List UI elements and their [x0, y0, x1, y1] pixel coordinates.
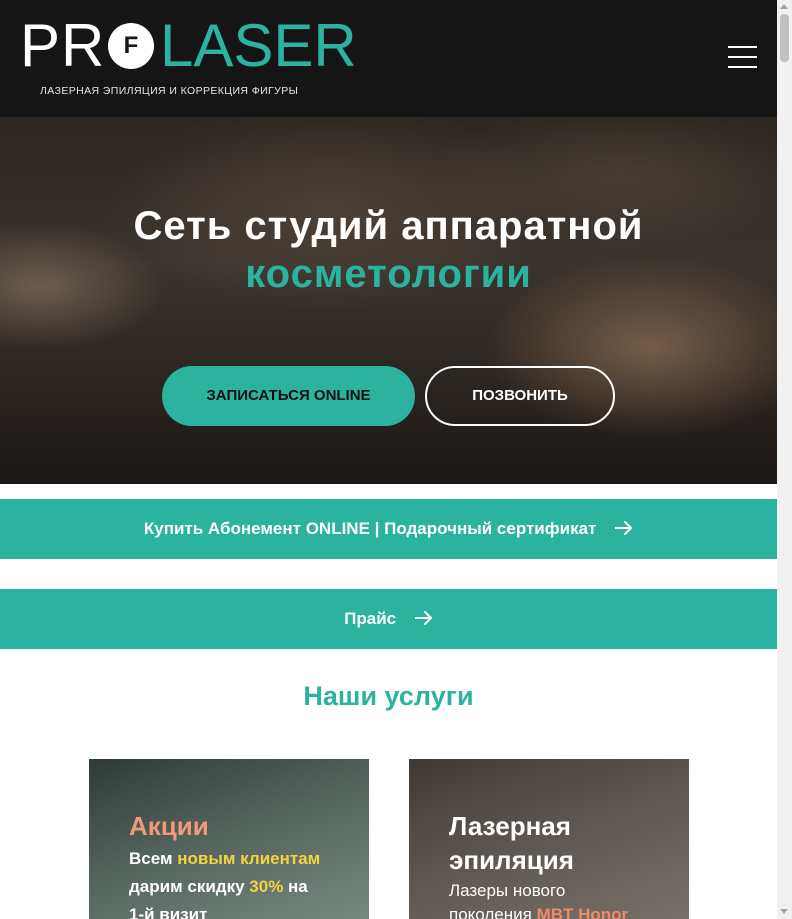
card-text-part: 1-й визит	[129, 905, 208, 919]
buy-subscription-bar[interactable]: Купить Абонемент ONLINE | Подарочный сер…	[0, 499, 777, 559]
hero-title: Сеть студий аппаратной	[133, 204, 644, 248]
arrow-right-icon	[414, 611, 432, 626]
book-online-button[interactable]: ЗАПИСАТЬСЯ ONLINE	[162, 366, 415, 426]
hero-banner: Сеть студий аппаратной косметологии ЗАПИ…	[0, 117, 777, 484]
card-text-part: дарим скидку	[129, 877, 250, 896]
scroll-up-arrow-icon[interactable]	[780, 4, 788, 9]
card-text: Всем новым клиентам дарим скидку 30% на …	[129, 845, 339, 919]
call-button[interactable]: ПОЗВОНИТЬ	[425, 366, 615, 426]
service-card-laser-epilation[interactable]: Лазерная эпиляция Лазеры нового поколени…	[409, 759, 689, 919]
card-text-percent: 30%	[249, 877, 284, 896]
card-title: Акции	[129, 811, 209, 841]
service-card-promotions[interactable]: Акции Всем новым клиентам дарим скидку 3…	[89, 759, 369, 919]
card-title: Лазерная эпиляция	[449, 811, 574, 875]
card-text-part: Лазеры нового	[449, 881, 566, 900]
scrollbar-thumb[interactable]	[780, 14, 789, 62]
price-bar[interactable]: Прайс	[0, 589, 777, 649]
services-title: Наши услуги	[303, 681, 474, 711]
logo-laser: LASER	[160, 12, 357, 79]
hamburger-menu-icon[interactable]	[728, 46, 758, 68]
logo[interactable]: PR F LASER ЛАЗЕРНАЯ ЭПИЛЯЦИЯ И КОРРЕКЦИЯ…	[20, 16, 357, 100]
price-label: Прайс	[344, 609, 397, 628]
arrow-right-icon	[615, 521, 633, 536]
card-text-part: на	[283, 877, 308, 896]
scrollbar[interactable]	[777, 0, 792, 919]
logo-tagline: ЛАЗЕРНАЯ ЭПИЛЯЦИЯ И КОРРЕКЦИЯ ФИГУРЫ	[40, 85, 299, 97]
card-text-part: Всем	[129, 849, 178, 868]
card-text-highlight: MBT Honor	[536, 905, 629, 919]
buy-subscription-label: Купить Абонемент ONLINE | Подарочный сер…	[143, 519, 597, 538]
hero-title-accent: косметологии	[245, 252, 532, 296]
site-header: PR F LASER ЛАЗЕРНАЯ ЭПИЛЯЦИЯ И КОРРЕКЦИЯ…	[0, 0, 777, 117]
logo-pr: PR	[20, 12, 106, 79]
card-text: Лазеры нового поколения MBT Honor	[449, 879, 659, 919]
logo-wordmark: PR	[20, 16, 105, 76]
logo-f-circle: F	[108, 23, 154, 69]
card-text-part: поколения	[449, 905, 537, 919]
card-text-highlight: новым клиентам	[177, 849, 321, 868]
page: PR F LASER ЛАЗЕРНАЯ ЭПИЛЯЦИЯ И КОРРЕКЦИЯ…	[0, 0, 777, 919]
scroll-down-arrow-icon[interactable]	[780, 909, 788, 914]
